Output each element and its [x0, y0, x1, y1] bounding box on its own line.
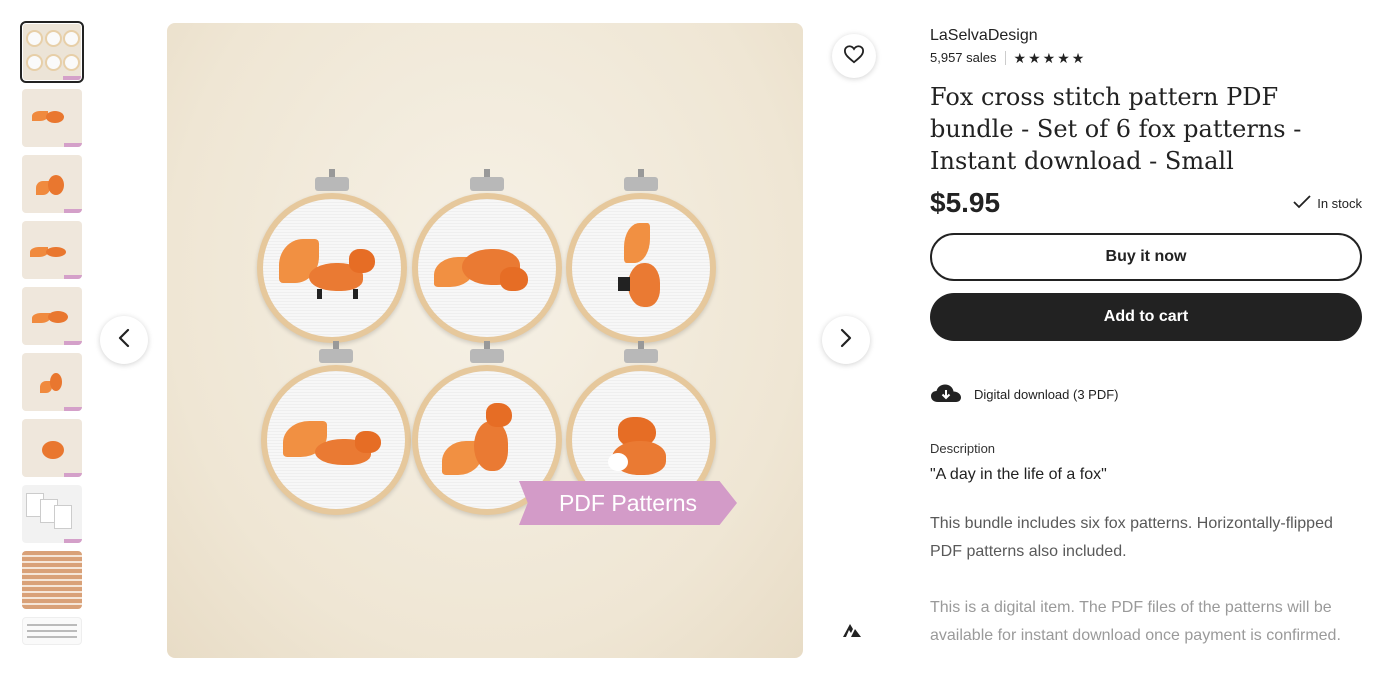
- favorite-button[interactable]: [832, 34, 876, 78]
- description-paragraph: This bundle includes six fox patterns. H…: [930, 515, 1333, 560]
- thumbnail-6[interactable]: [22, 353, 82, 411]
- thumbnail-list: [20, 21, 84, 653]
- thumbnail-7[interactable]: [22, 419, 82, 477]
- thumbnail-8[interactable]: [22, 485, 82, 543]
- price-row: $5.95 In stock: [930, 187, 1362, 219]
- previous-image-button[interactable]: [100, 316, 148, 364]
- thumbnail-3[interactable]: [22, 155, 82, 213]
- thumbnail-10[interactable]: [22, 617, 82, 645]
- main-product-image: PDF Patterns: [167, 23, 803, 658]
- sales-count: 5,957 sales: [930, 50, 997, 65]
- next-image-button[interactable]: [822, 316, 870, 364]
- description-heading: Description: [930, 441, 996, 456]
- brand-logo-icon[interactable]: [836, 614, 868, 646]
- add-to-cart-button[interactable]: Add to cart: [930, 293, 1362, 341]
- check-icon: [1293, 194, 1317, 212]
- star-icon: ★: [1071, 49, 1085, 66]
- star-icon: ★: [1013, 49, 1027, 66]
- heart-icon: [843, 44, 865, 69]
- listing-title: Fox cross stitch pattern PDF bundle - Se…: [930, 83, 1302, 175]
- digital-download-row: Digital download (3 PDF): [930, 383, 1362, 406]
- stock-label: In stock: [1317, 195, 1362, 211]
- buy-it-now-button[interactable]: Buy it now: [930, 233, 1362, 281]
- hoop-image: [566, 169, 716, 343]
- shop-name-link[interactable]: LaSelvaDesign: [930, 26, 1362, 46]
- thumbnail-1[interactable]: [20, 21, 84, 83]
- hoop-image: [257, 169, 407, 343]
- digital-download-label: Digital download (3 PDF): [974, 387, 1119, 402]
- thumbnail-5[interactable]: [22, 287, 82, 345]
- thumbnail-2[interactable]: [22, 89, 82, 147]
- price: $5.95: [930, 187, 1001, 218]
- star-icon: ★: [1057, 49, 1070, 66]
- divider: [1004, 50, 1006, 65]
- chevron-right-icon: [839, 328, 853, 353]
- cloud-download-icon: [930, 383, 974, 406]
- description-quote: "A day in the life of a fox": [930, 466, 1107, 483]
- shop-sales-row: 5,957 sales ★ ★ ★ ★ ★: [930, 50, 1362, 65]
- chevron-left-icon: [117, 328, 131, 353]
- hoop-image: [412, 169, 562, 343]
- stock-status: In stock: [1293, 194, 1362, 212]
- description-paragraph-faded: This is a digital item. The PDF files of…: [930, 599, 1341, 644]
- thumbnail-9[interactable]: [22, 551, 82, 609]
- pdf-patterns-banner: PDF Patterns: [519, 481, 737, 525]
- rating-stars[interactable]: ★ ★ ★ ★ ★: [1014, 51, 1085, 65]
- star-icon: ★: [1042, 49, 1056, 66]
- thumbnail-4[interactable]: [22, 221, 82, 279]
- hoop-image: [261, 341, 411, 515]
- listing-details-panel: LaSelvaDesign 5,957 sales ★ ★ ★ ★ ★ Fox …: [930, 26, 1362, 650]
- star-icon: ★: [1028, 49, 1041, 66]
